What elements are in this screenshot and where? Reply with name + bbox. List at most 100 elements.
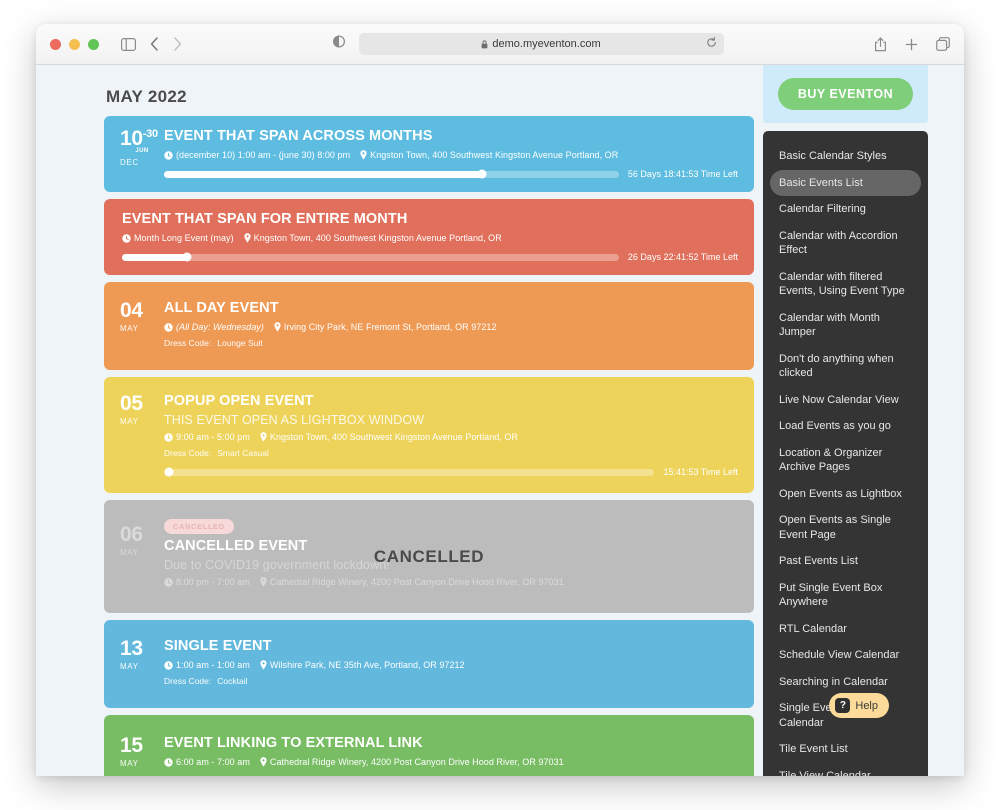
event-title: EVENT LINKING TO EXTERNAL LINK: [164, 735, 423, 751]
menu-item-location-organizer-archive-pages[interactable]: Location & Organizer Archive Pages: [770, 440, 921, 481]
clock-icon: [164, 660, 173, 670]
event-card-cancelled[interactable]: 06 MAY CANCELLED CANCELLED EVENT Due to …: [104, 500, 754, 613]
menu-item-calendar-with-accordion-effect[interactable]: Calendar with Accordion Effect: [770, 223, 921, 264]
event-time: 8:00 pm - 7:00 am: [176, 577, 250, 587]
window-controls[interactable]: [50, 38, 99, 50]
browser-toolbar: demo.myeventon.com: [36, 24, 964, 65]
event-time: 9:00 am - 5:00 pm: [176, 432, 250, 442]
clock-icon: [164, 757, 173, 767]
reload-icon[interactable]: [706, 37, 717, 51]
help-widget[interactable]: ? Help: [829, 693, 889, 718]
event-card[interactable]: 04 MAY ALL DAY EVENT (All Day: Wednesday…: [104, 282, 754, 370]
event-card[interactable]: EVENT THAT SPAN FOR ENTIRE MONTH Month L…: [104, 199, 754, 275]
menu-item-rtl-calendar[interactable]: RTL Calendar: [770, 616, 921, 643]
menu-item-tile-view-calendar[interactable]: Tile View Calendar: [770, 763, 921, 777]
menu-item-searching-in-calendar[interactable]: Searching in Calendar: [770, 669, 921, 696]
back-chevron-icon[interactable]: [150, 37, 159, 51]
event-extra-label: Dress Code:: [164, 338, 212, 348]
menu-item-past-events-list[interactable]: Past Events List: [770, 548, 921, 575]
event-extra-value: Smart Casual: [217, 448, 269, 458]
event-card[interactable]: 10-30 JUN DEC EVENT THAT SPAN ACROSS MONT…: [104, 116, 754, 192]
menu-item-calendar-with-month-jumper[interactable]: Calendar with Month Jumper: [770, 305, 921, 346]
clock-icon: [122, 233, 131, 243]
event-time: Month Long Event (may): [134, 233, 234, 243]
event-card[interactable]: 05 MAY POPUP OPEN EVENT THIS EVENT OPEN …: [104, 377, 754, 493]
event-card[interactable]: 15 MAY EVENT LINKING TO EXTERNAL LINK 6:…: [104, 715, 754, 776]
event-time: (All Day: Wednesday): [176, 322, 264, 332]
maximize-window-button[interactable]: [88, 38, 99, 50]
menu-item-calendar-filtering[interactable]: Calendar Filtering: [770, 196, 921, 223]
menu-item-schedule-view-calendar[interactable]: Schedule View Calendar: [770, 642, 921, 669]
menu-item-basic-events-list[interactable]: Basic Events List: [770, 169, 921, 196]
event-date: 06 MAY: [120, 516, 164, 587]
event-day: 06: [120, 523, 143, 546]
menu-item-put-single-event-box-anywhere[interactable]: Put Single Event Box Anywhere: [770, 575, 921, 616]
event-month: MAY: [120, 324, 139, 333]
buy-banner: BUY EVENTON: [763, 65, 928, 123]
event-subtitle: THIS EVENT OPEN AS LIGHTBOX WINDOW: [164, 413, 425, 427]
menu-item-open-events-as-single-event-page[interactable]: Open Events as Single Event Page: [770, 507, 921, 548]
event-time-left: 56 Days 18:41:53 Time Left: [627, 169, 738, 179]
location-pin-icon: [260, 432, 267, 442]
location-pin-icon: [244, 233, 251, 243]
event-location: Cathedral Ridge Winery, 4200 Post Canyon…: [269, 757, 564, 767]
event-day: 04: [120, 299, 143, 322]
address-bar[interactable]: demo.myeventon.com: [358, 33, 724, 55]
demo-menu: Basic Calendar Styles Basic Events List …: [763, 131, 928, 776]
location-pin-icon: [260, 660, 267, 670]
event-location: Kngston Town, 400 Southwest Kingston Ave…: [370, 150, 619, 160]
buy-eventon-button[interactable]: BUY EVENTON: [777, 78, 914, 110]
reader-view-icon[interactable]: [332, 35, 345, 53]
menu-item-calendar-with-filtered-events[interactable]: Calendar with filtered Events, Using Eve…: [770, 264, 921, 305]
event-title: POPUP OPEN EVENT: [164, 393, 314, 409]
menu-item-load-events-as-you-go[interactable]: Load Events as you go: [770, 413, 921, 440]
tab-overview-icon[interactable]: [936, 37, 950, 51]
clock-icon: [164, 150, 173, 160]
question-mark-icon: ?: [835, 698, 851, 713]
sidebar-toggle-icon[interactable]: [121, 37, 136, 51]
event-location: Kngston Town, 400 Southwest Kingston Ave…: [269, 432, 519, 442]
clock-icon: [164, 577, 173, 587]
event-day-end: -30: [142, 128, 158, 140]
event-day: 05: [120, 392, 143, 415]
event-location: Irving City Park, NE Fremont St, Portlan…: [283, 322, 497, 332]
event-day: 15: [120, 734, 143, 757]
help-label: Help: [855, 699, 878, 712]
event-date: 13 MAY: [120, 638, 164, 686]
status-badge: CANCELLED: [164, 519, 234, 534]
menu-item-live-now-calendar-view[interactable]: Live Now Calendar View: [770, 387, 921, 414]
event-extra-label: Dress Code:: [164, 676, 212, 686]
event-card[interactable]: 13 MAY SINGLE EVENT 1:00 am - 1:00 am Wi…: [104, 620, 754, 708]
event-time-left: 26 Days 22:41:52 Time Left: [627, 252, 738, 262]
event-date: 05 MAY: [120, 393, 164, 477]
event-month: DEC: [120, 158, 139, 167]
event-extra-value: Lounge Suit: [217, 338, 263, 348]
forward-chevron-icon[interactable]: [173, 37, 182, 51]
event-month: MAY: [120, 759, 139, 768]
menu-item-open-events-as-lightbox[interactable]: Open Events as Lightbox: [770, 481, 921, 508]
event-date: 10-30 JUN DEC: [120, 128, 164, 179]
location-pin-icon: [360, 150, 367, 160]
event-date: 04 MAY: [120, 300, 164, 348]
menu-item-dont-do-anything-when-clicked[interactable]: Don't do anything when clicked: [770, 346, 921, 387]
clock-icon: [164, 432, 173, 442]
menu-item-tile-event-list[interactable]: Tile Event List: [770, 736, 921, 763]
close-window-button[interactable]: [50, 38, 61, 50]
clock-icon: [164, 322, 173, 332]
event-day: 13: [120, 637, 143, 660]
event-extra-label: Dress Code:: [164, 448, 212, 458]
event-time-left: 15:41:53 Time Left: [663, 467, 738, 477]
share-icon[interactable]: [874, 37, 887, 52]
minimize-window-button[interactable]: [69, 38, 80, 50]
event-month: MAY: [120, 662, 139, 671]
event-location: Cathedral Ridge Winery, 4200 Post Canyon…: [269, 577, 564, 587]
event-progress-bar: [164, 467, 655, 477]
plus-icon[interactable]: [905, 38, 918, 51]
right-rail: BUY EVENTON Basic Calendar Styles Basic …: [763, 65, 928, 776]
event-month: MAY: [120, 417, 139, 426]
event-month: MAY: [120, 548, 139, 557]
event-time: (december 10) 1:00 am - (june 30) 8:00 p…: [176, 150, 351, 160]
menu-item-basic-calendar-styles[interactable]: Basic Calendar Styles: [770, 143, 921, 170]
event-time: 6:00 am - 7:00 am: [176, 757, 250, 767]
event-progress-bar: [164, 169, 619, 179]
